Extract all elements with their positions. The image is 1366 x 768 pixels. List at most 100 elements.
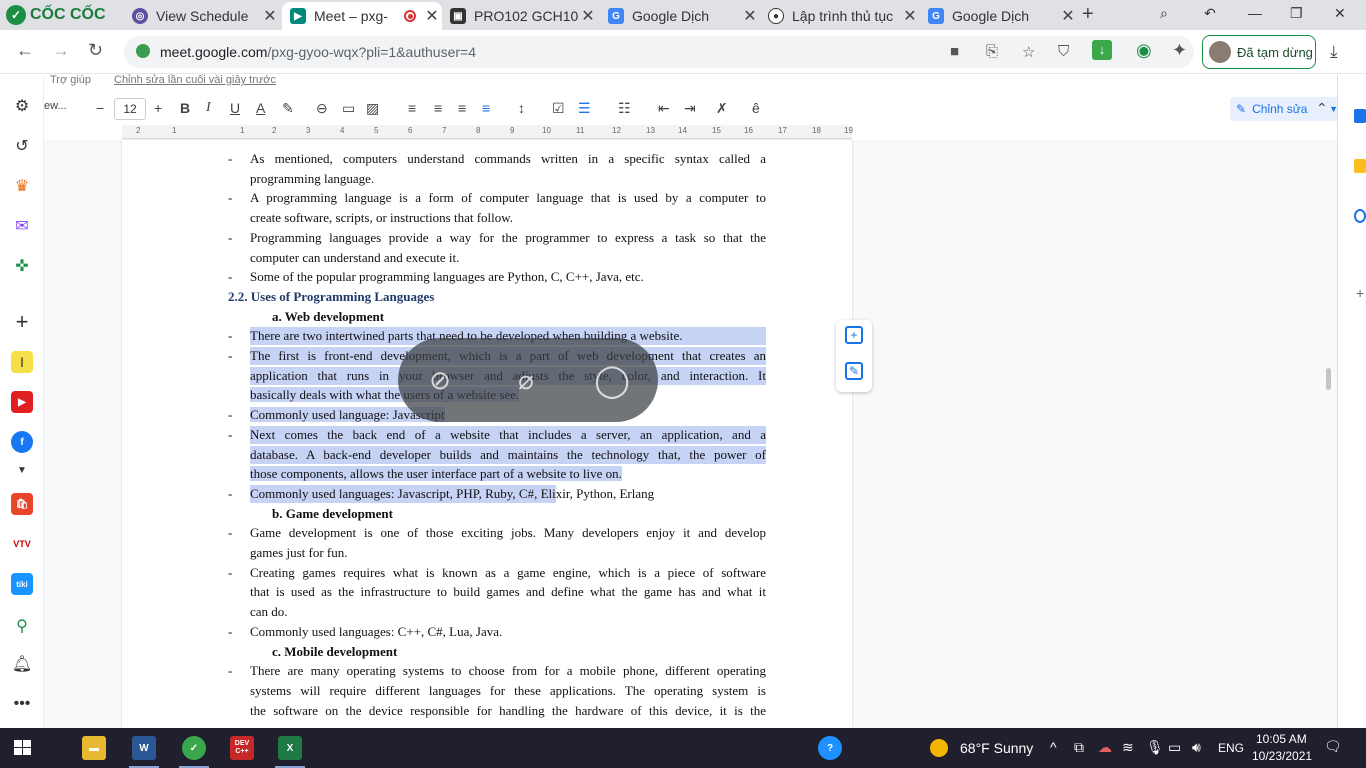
input-language[interactable]: ENG (1218, 741, 1244, 755)
document-line[interactable]: Game development is one of those excitin… (250, 524, 766, 542)
document-line[interactable]: create software, scripts, or instruction… (250, 209, 766, 227)
downloads-icon[interactable]: ⤓ (1330, 42, 1338, 62)
url-bar[interactable]: meet.google.com/pxg-gyoo-wqx?pli=1&authu… (124, 36, 1194, 68)
tab-google-dich[interactable]: G Google Dịch ✕ (600, 2, 760, 30)
tab-lap-trinh[interactable]: ● Lập trình thủ tục ✕ (760, 2, 920, 30)
calendar-icon[interactable] (1354, 109, 1366, 123)
close-tab-icon[interactable]: ✕ (1058, 6, 1078, 26)
forward-icon[interactable]: → (52, 40, 70, 61)
document-line[interactable]: database. A back-end developer builds an… (250, 445, 766, 464)
chevron-up-icon[interactable]: ^ (1050, 739, 1057, 755)
chevron-down-icon[interactable]: ▼ (11, 459, 33, 481)
highlight-icon[interactable]: ✎ (282, 100, 294, 117)
coccoc-taskbar-icon[interactable]: ✓ (182, 736, 206, 760)
close-tab-icon[interactable]: ✕ (260, 6, 280, 26)
suggest-edit-icon[interactable]: ✎ (845, 362, 863, 380)
vtv-icon[interactable]: VTV (11, 533, 33, 555)
document-line[interactable]: can do. (250, 603, 766, 621)
translate-page-icon[interactable]: ⎘ (986, 43, 998, 60)
messenger-icon[interactable]: ✉ (11, 215, 33, 237)
document-page[interactable]: - As mentioned, computers understand comm… (122, 140, 852, 728)
input-tools-icon[interactable]: ê (752, 100, 760, 116)
subsection-heading[interactable]: c. Mobile development (272, 643, 397, 661)
last-edit-link[interactable]: Chỉnh sửa lần cuối vài giây trước (114, 74, 276, 86)
coccoc-map-icon[interactable]: ⚲ (11, 615, 33, 637)
document-line[interactable]: A programming language is a form of comp… (250, 189, 766, 207)
scrollbar[interactable] (1326, 368, 1331, 390)
weather-text[interactable]: 68°F Sunny (960, 740, 1033, 756)
back-history-icon[interactable]: ↶ (1204, 5, 1216, 22)
document-line[interactable]: Commonly used languages: Javascript, PHP… (250, 484, 766, 503)
reload-icon[interactable]: ↻ (88, 40, 103, 61)
document-line[interactable]: Next comes the back end of a website tha… (250, 425, 766, 444)
underline-icon[interactable]: U (230, 100, 240, 116)
history-icon[interactable]: ↺ (11, 135, 33, 157)
decrease-indent-icon[interactable]: ⇤ (658, 100, 670, 117)
close-tab-icon[interactable]: ✕ (740, 6, 760, 26)
close-window-icon[interactable]: ✕ (1334, 5, 1346, 22)
ring-icon[interactable]: ◯ (594, 362, 630, 398)
battery-icon[interactable]: ▭ (1168, 739, 1181, 756)
subsection-heading[interactable]: b. Game development (272, 505, 393, 523)
profile-paused-button[interactable]: Đã tạm dừng (1202, 35, 1316, 69)
tab-google-dich-2[interactable]: G Google Dịch ✕ (920, 2, 1078, 30)
text-color-icon[interactable]: A (256, 100, 265, 116)
font-family-select[interactable]: ew... (44, 100, 67, 112)
tasks-icon[interactable] (1354, 209, 1366, 223)
document-line[interactable]: computer can understand and execute it. (250, 249, 766, 267)
onedrive-icon[interactable]: ☁ (1098, 739, 1112, 756)
document-line[interactable]: systems will require different languages… (250, 682, 766, 700)
document-line[interactable]: There are many operating systems to choo… (250, 662, 766, 680)
bulleted-list-icon[interactable]: ☰ (578, 100, 591, 117)
back-icon[interactable]: ← (16, 40, 34, 61)
document-line[interactable]: Some of the popular programming language… (250, 268, 766, 286)
comment-icon[interactable]: ▭ (342, 100, 355, 117)
close-tab-icon[interactable]: ✕ (578, 6, 598, 26)
tiki-icon[interactable]: tiki (11, 573, 33, 595)
ruler[interactable]: 2 1 1 2 3 4 5 6 7 8 9 10 11 12 13 14 15 16 17 18 19 (122, 125, 853, 139)
camera-icon[interactable]: ■ (950, 43, 959, 60)
notifications-icon[interactable]: 🗨︎ (1324, 738, 1342, 755)
extensions-icon[interactable]: ✦ (1172, 40, 1187, 61)
document-line[interactable]: those components, allows the user interf… (250, 465, 766, 483)
coccoc-logo[interactable]: ✓ CỐC CỐC (6, 4, 106, 26)
decrease-font-icon[interactable]: − (96, 100, 104, 116)
font-size-input[interactable]: 12 (114, 98, 146, 120)
document-line[interactable]: programming language. (250, 170, 766, 188)
tab-search-icon[interactable]: ⌕ (1160, 5, 1168, 22)
facebook-icon[interactable]: f (11, 431, 33, 453)
excel-icon[interactable]: X (278, 736, 302, 760)
align-left-icon[interactable]: ≡ (408, 100, 416, 116)
clock-date[interactable]: 10/23/2021 (1252, 749, 1312, 763)
minimize-icon[interactable]: — (1248, 5, 1262, 21)
clear-formatting-icon[interactable]: ✗ (716, 100, 728, 117)
restore-icon[interactable]: ❐ (1290, 5, 1303, 22)
keep-icon[interactable] (1354, 159, 1366, 173)
increase-font-icon[interactable]: + (154, 100, 162, 116)
align-right-icon[interactable]: ≡ (458, 100, 466, 116)
numbered-list-icon[interactable]: ☷ (618, 100, 631, 117)
download-extension-icon[interactable]: ↓ (1092, 40, 1112, 60)
bookmark-star-icon[interactable]: ☆ (1022, 43, 1035, 61)
shield-icon[interactable]: ⛉ (1058, 43, 1069, 60)
line-spacing-icon[interactable]: ↕ (518, 100, 525, 116)
shopee-icon[interactable]: 🛍 (11, 493, 33, 515)
close-tab-icon[interactable]: ✕ (422, 6, 442, 26)
coccoc-extension-icon[interactable]: ◉ (1136, 40, 1152, 61)
youtube-icon[interactable]: ▶ (11, 391, 33, 413)
help-icon[interactable]: ? (818, 736, 842, 760)
checklist-icon[interactable]: ☑ (552, 100, 565, 117)
add-icon[interactable]: + (11, 309, 33, 334)
wifi-icon[interactable]: ≋ (1122, 739, 1134, 756)
bold-icon[interactable]: B (180, 100, 190, 116)
align-justify-icon[interactable]: ≡ (482, 100, 490, 116)
document-line[interactable]: Creating games requires what is known as… (250, 564, 766, 582)
word-icon[interactable]: W (132, 736, 156, 760)
new-tab-icon[interactable]: + (1082, 3, 1094, 26)
image-icon[interactable]: ▨ (366, 100, 379, 117)
windows-start-icon[interactable] (14, 740, 32, 756)
mute-icon[interactable]: ⌀ (508, 362, 544, 398)
notification-bell-icon[interactable]: 🔔︎ (11, 653, 33, 675)
collapse-toolbar-icon[interactable]: ⌃ (1316, 100, 1328, 117)
close-tab-icon[interactable]: ✕ (900, 6, 920, 26)
